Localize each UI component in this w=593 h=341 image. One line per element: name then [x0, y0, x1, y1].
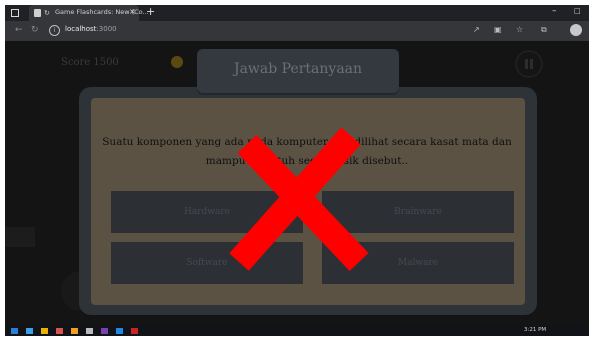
close-tab-icon[interactable]: ×	[129, 7, 136, 16]
url-text: localhost:3000	[65, 25, 117, 33]
settings-icon[interactable]	[86, 328, 93, 334]
window-menu-icon[interactable]	[11, 9, 19, 17]
back-icon[interactable]: ←	[15, 25, 23, 35]
browser-tab[interactable]: ↻ Game Flashcards: New (Co... ×	[29, 5, 149, 21]
app-icon[interactable]	[71, 328, 78, 334]
collections-icon[interactable]: ⧉	[541, 25, 547, 35]
address-bar[interactable]: i localhost:3000	[49, 24, 449, 38]
profile-avatar[interactable]	[570, 24, 582, 36]
game-viewport: Score 1500 Jawab Pertanyaan Suatu kompon…	[5, 41, 589, 326]
extensions-icon[interactable]: ▣	[494, 25, 502, 34]
answer-button-1[interactable]: Hardware	[111, 191, 303, 233]
screen: ↻ Game Flashcards: New (Co... × + – □ ← …	[5, 5, 589, 336]
favorite-icon[interactable]: ☆	[516, 25, 523, 34]
app-icon[interactable]	[101, 328, 108, 334]
system-tray[interactable]: 3:21 PM	[524, 327, 546, 333]
url-host: localhost	[65, 25, 97, 33]
answer-label-1: Hardware	[184, 207, 230, 217]
question-text: Suatu komponen yang ada pada komputer da…	[102, 136, 512, 167]
modal-header: Jawab Pertanyaan	[197, 49, 399, 93]
browser-tab-strip: ↻ Game Flashcards: New (Co... × + – □	[5, 5, 589, 21]
modal-title: Jawab Pertanyaan	[233, 61, 363, 77]
clock: 3:21 PM	[524, 327, 547, 333]
background-ledge	[5, 227, 35, 247]
minimize-button[interactable]: –	[552, 6, 557, 16]
maximize-button[interactable]: □	[574, 7, 581, 15]
file-explorer-icon[interactable]	[41, 328, 48, 334]
site-info-icon[interactable]: i	[49, 25, 60, 36]
search-icon[interactable]	[26, 328, 33, 334]
answer-button-3[interactable]: Software	[111, 242, 303, 284]
app-icon[interactable]	[56, 328, 63, 334]
taskbar: 3:21 PM	[5, 326, 589, 336]
answer-label-3: Software	[186, 258, 228, 268]
browser-toolbar: ← ↻ i localhost:3000 ↗ ▣ ☆ ⧉	[5, 21, 589, 41]
score-display: Score 1500	[61, 57, 119, 68]
answer-label-2: Brainware	[394, 207, 442, 217]
answer-label-4: Malware	[397, 258, 439, 268]
start-icon[interactable]	[11, 328, 18, 334]
read-aloud-icon[interactable]: ↗	[473, 25, 480, 34]
new-tab-button[interactable]: +	[146, 5, 155, 19]
answer-button-4[interactable]: Malware	[322, 242, 514, 284]
answer-button-2[interactable]: Brainware	[322, 191, 514, 233]
app-icon[interactable]	[131, 328, 138, 334]
browser-icon[interactable]	[116, 328, 123, 334]
page-icon	[34, 9, 41, 17]
coin-icon	[171, 56, 183, 68]
reload-small-icon: ↻	[44, 9, 50, 17]
reload-icon[interactable]: ↻	[31, 25, 39, 35]
pause-button[interactable]	[515, 50, 543, 78]
url-port: :3000	[96, 25, 117, 33]
